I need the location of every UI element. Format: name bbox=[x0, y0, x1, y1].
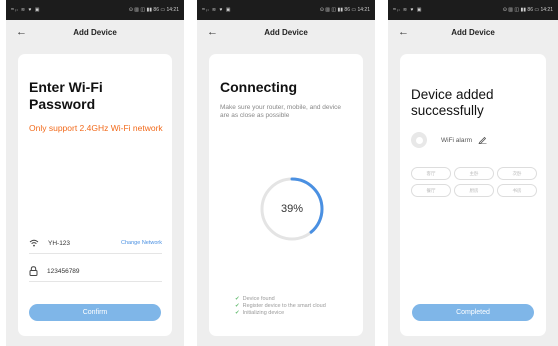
success-card: Device added successfully WiFi alarm 客厅 … bbox=[400, 54, 546, 336]
status-right-icons: ⊙ ▥ ◫ ▮▮ 86 ▭ 14:21 bbox=[319, 7, 370, 13]
status-left-icons: ᵐᵢₗ ≋ ♥ ▣ bbox=[393, 7, 423, 13]
pencil-icon[interactable] bbox=[478, 136, 487, 144]
page-title-line1: Device added bbox=[411, 87, 494, 102]
check-icon: ✔ bbox=[235, 310, 240, 316]
lock-icon bbox=[29, 266, 38, 276]
status-bar: ᵐᵢₗ ≋ ♥ ▣ ⊙ ▥ ◫ ▮▮ 86 ▭ 14:21 bbox=[6, 0, 184, 20]
device-row: WiFi alarm bbox=[411, 132, 487, 148]
step-item: ✔ Device found bbox=[235, 296, 275, 302]
confirm-button[interactable]: Confirm bbox=[29, 304, 161, 321]
wifi-name-field[interactable]: YH-123 Change Network bbox=[29, 236, 162, 250]
status-bar: ᵐᵢₗ ≋ ♥ ▣ ⊙ ▥ ◫ ▮▮ 86 ▭ 14:21 bbox=[388, 0, 558, 20]
page-title-line2: successfully bbox=[411, 103, 484, 118]
page-title: Connecting bbox=[220, 79, 297, 95]
divider bbox=[29, 253, 162, 254]
check-icon: ✔ bbox=[235, 296, 240, 302]
connecting-card: Connecting Make sure your router, mobile… bbox=[209, 54, 363, 336]
divider bbox=[29, 281, 162, 282]
step-list: ✔ Device found ✔ Register device to the sm… bbox=[235, 296, 326, 317]
header: ← Add Device bbox=[388, 20, 558, 46]
header-title: Add Device bbox=[451, 28, 495, 37]
room-chip[interactable]: 主卧 bbox=[454, 167, 494, 180]
wifi-card: Enter Wi-Fi Password Only support 2.4GHz… bbox=[18, 54, 172, 336]
status-right-icons: ⊙ ▥ ◫ ▮▮ 86 ▭ 14:21 bbox=[128, 7, 179, 13]
status-bar: ᵐᵢₗ ≋ ♥ ▣ ⊙ ▥ ◫ ▮▮ 86 ▭ 14:21 bbox=[197, 0, 375, 20]
room-chip[interactable]: 次卧 bbox=[497, 167, 537, 180]
header: ← Add Device bbox=[6, 20, 184, 46]
page-title-line2: Password bbox=[29, 96, 96, 112]
screen-connecting: ᵐᵢₗ ≋ ♥ ▣ ⊙ ▥ ◫ ▮▮ 86 ▭ 14:21 ← Add Devi… bbox=[197, 0, 375, 346]
progress-percent: 39% bbox=[280, 203, 304, 215]
device-name: WiFi alarm bbox=[441, 136, 473, 144]
step-item: ✔ Initializing device bbox=[235, 310, 285, 316]
connecting-hint: Make sure your router, mobile, and devic… bbox=[220, 104, 342, 119]
header-title: Add Device bbox=[264, 28, 308, 37]
password-field[interactable]: 123456789 bbox=[29, 264, 162, 278]
check-icon: ✔ bbox=[235, 303, 240, 309]
change-network-link[interactable]: Change Network bbox=[121, 240, 162, 246]
room-chip[interactable]: 书房 bbox=[497, 184, 537, 197]
room-chip[interactable]: 客厅 bbox=[411, 167, 451, 180]
room-selector: 客厅 主卧 次卧 餐厅 厨房 书房 bbox=[411, 167, 537, 197]
status-right-icons: ⊙ ▥ ◫ ▮▮ 86 ▭ 14:21 bbox=[502, 7, 553, 13]
status-left-icons: ᵐᵢₗ ≋ ♥ ▣ bbox=[11, 7, 41, 13]
header: ← Add Device bbox=[197, 20, 375, 46]
screen-enter-wifi: ᵐᵢₗ ≋ ♥ ▣ ⊙ ▥ ◫ ▮▮ 86 ▭ 14:21 ← Add Devi… bbox=[6, 0, 184, 346]
wifi-name: YH-123 bbox=[48, 239, 71, 247]
status-left-icons: ᵐᵢₗ ≋ ♥ ▣ bbox=[202, 7, 232, 13]
step-item: ✔ Register device to the smart cloud bbox=[235, 303, 326, 309]
frequency-warning: Only support 2.4GHz Wi-Fi network bbox=[29, 123, 163, 133]
device-icon bbox=[411, 132, 427, 148]
header-title: Add Device bbox=[73, 28, 117, 37]
wifi-icon bbox=[29, 239, 39, 247]
room-chip[interactable]: 餐厅 bbox=[411, 184, 451, 197]
room-chip[interactable]: 厨房 bbox=[454, 184, 494, 197]
page-title-line1: Enter Wi-Fi bbox=[29, 79, 103, 95]
completed-button[interactable]: Completed bbox=[412, 304, 534, 321]
screen-device-added: ᵐᵢₗ ≋ ♥ ▣ ⊙ ▥ ◫ ▮▮ 86 ▭ 14:21 ← Add Devi… bbox=[388, 0, 558, 346]
password-value: 123456789 bbox=[47, 267, 80, 275]
